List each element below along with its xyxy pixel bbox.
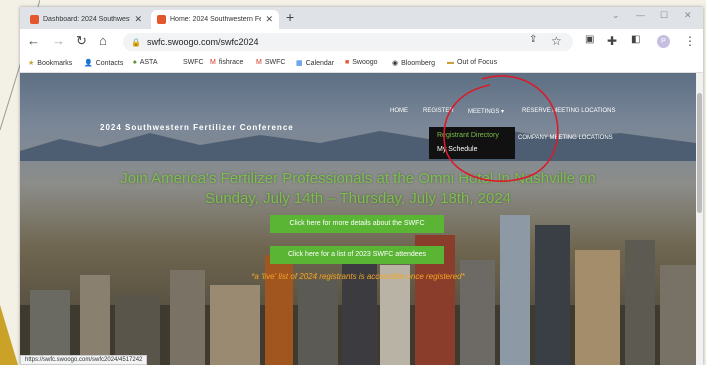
puzzle-icon[interactable]: ✚: [607, 34, 617, 48]
bookmark-star-icon[interactable]: ☆: [551, 34, 562, 48]
address-bar[interactable]: 🔒 swfc.swoogo.com/swfc2024: [123, 33, 573, 51]
tab-dashboard[interactable]: Dashboard: 2024 Southwestern F... ✕: [24, 10, 148, 29]
headline-line-1: Join America's Fertilizer Professionals …: [120, 170, 596, 187]
new-tab-icon[interactable]: +: [286, 9, 294, 25]
reload-icon[interactable]: ↻: [76, 34, 87, 48]
bookmark-label: Bookmarks: [37, 59, 73, 67]
registrants-note: *a 'live' list of 2024 registrants is ac…: [251, 272, 465, 281]
status-bar-url: https://swfc.swoogo.com/swfc2024/4517242: [20, 355, 148, 365]
headline-line-2: Sunday, July 14th – Thursday, July 18th,…: [204, 190, 512, 207]
close-tab-icon[interactable]: ✕: [265, 14, 273, 25]
bookmark-label: SWFC: [183, 59, 204, 66]
profile-avatar[interactable]: P: [657, 35, 670, 48]
side-panel-icon[interactable]: ◧: [631, 34, 640, 45]
swoogo-icon: ■: [345, 59, 350, 66]
tab-title: Home: 2024 Southwestern Ferti...: [170, 16, 262, 23]
dropdown-registrant-directory[interactable]: Registrant Directory: [437, 132, 499, 139]
bookmark-item[interactable]: ■ Swoogo: [345, 59, 378, 66]
home-icon[interactable]: ⌂: [99, 34, 107, 48]
gmail-icon: M: [210, 59, 216, 66]
back-icon[interactable]: ←: [27, 34, 40, 48]
globe-icon: ◉: [392, 60, 399, 67]
browser-toolbar: ← → ↻ ⌂ 🔒 swfc.swoogo.com/swfc2024 ⇪ ☆ ▣…: [20, 29, 703, 55]
person-icon: 👤: [84, 60, 93, 67]
nav-reserve-meeting-locations[interactable]: RESERVE MEETING LOCATIONS: [522, 108, 615, 114]
bookmark-item[interactable]: 👤 Contacts: [84, 59, 124, 68]
swoogo-favicon-icon: [30, 15, 39, 24]
nav-meetings[interactable]: MEETINGS ▾: [468, 108, 504, 115]
forward-icon[interactable]: →: [52, 34, 65, 48]
webpage-hero: 2024 Southwestern Fertilizer Conference …: [20, 73, 696, 365]
menu-icon[interactable]: ⋮: [684, 34, 696, 48]
bookmark-label: Out of Focus: [457, 59, 498, 66]
slide-decoration-triangle: [0, 305, 18, 365]
bookmark-item[interactable]: ★ Bookmarks: [28, 59, 73, 68]
leaf-icon: ♠: [133, 59, 137, 66]
nav-register[interactable]: REGISTER: [423, 108, 454, 114]
maximize-icon[interactable]: ☐: [660, 10, 668, 21]
meetings-dropdown: Registrant Directory My Schedule: [429, 127, 515, 159]
calendar-icon: ▦: [296, 60, 303, 67]
bookmark-label: ASTA: [139, 59, 158, 66]
bookmark-label: Bloomberg: [401, 59, 435, 67]
bookmark-label: Contacts: [95, 59, 124, 67]
bookmark-item[interactable]: ♠ ASTA: [133, 59, 157, 66]
bookmark-item[interactable]: M SWFC: [256, 59, 285, 66]
lock-icon[interactable]: 🔒: [131, 38, 141, 47]
tab-title: Dashboard: 2024 Southwestern F...: [43, 16, 131, 23]
extension-icon[interactable]: ▣: [585, 34, 594, 45]
bookmark-item[interactable]: ◉ Bloomberg: [392, 59, 435, 68]
folder-icon: ▬: [447, 59, 454, 66]
star-folder-icon: ★: [28, 60, 35, 67]
swoogo-favicon-icon: [157, 15, 166, 24]
bookmarks-bar: ★ Bookmarks 👤 Contacts ♠ ASTA SWFC Mfishrac…: [20, 55, 703, 73]
site-title[interactable]: 2024 Southwestern Fertilizer Conference: [100, 123, 294, 132]
url-text: swfc.swoogo.com/swfc2024: [146, 37, 259, 47]
dropdown-my-schedule[interactable]: My Schedule: [437, 146, 477, 153]
page-scrollbar[interactable]: [696, 73, 703, 365]
minimize-icon[interactable]: —: [636, 10, 645, 20]
bookmark-label: Swoogo: [352, 59, 378, 66]
bookmark-item[interactable]: SWFC: [183, 59, 204, 66]
bookmark-item[interactable]: ▦ Calendar: [296, 59, 335, 68]
close-window-icon[interactable]: ✕: [684, 10, 692, 21]
bookmark-label: SWFC: [264, 59, 286, 66]
bookmark-item[interactable]: Mfishrace: [210, 59, 243, 66]
tab-strip: Dashboard: 2024 Southwestern F... ✕ Home…: [20, 7, 703, 29]
nav-home[interactable]: HOME: [390, 108, 408, 114]
scrollbar-thumb[interactable]: [697, 93, 702, 213]
bookmark-item[interactable]: ▬ Out of Focus: [447, 59, 497, 66]
bookmark-label: Calendar: [305, 59, 335, 67]
tab-home[interactable]: Home: 2024 Southwestern Ferti... ✕: [151, 10, 279, 29]
close-tab-icon[interactable]: ✕: [134, 14, 142, 25]
browser-window: Dashboard: 2024 Southwestern F... ✕ Home…: [20, 7, 703, 365]
swfc-details-button[interactable]: Click here for more details about the SW…: [270, 215, 444, 233]
nav-company-meeting-locations[interactable]: COMPANY MEETING LOCATIONS: [518, 135, 613, 141]
tab-search-icon[interactable]: ⌄: [612, 10, 620, 21]
share-icon[interactable]: ⇪: [529, 34, 537, 45]
bookmark-label: fishrace: [218, 59, 244, 66]
gmail-icon: M: [256, 59, 262, 66]
attendees-list-button[interactable]: Click here for a list of 2023 SWFC atten…: [270, 246, 444, 264]
